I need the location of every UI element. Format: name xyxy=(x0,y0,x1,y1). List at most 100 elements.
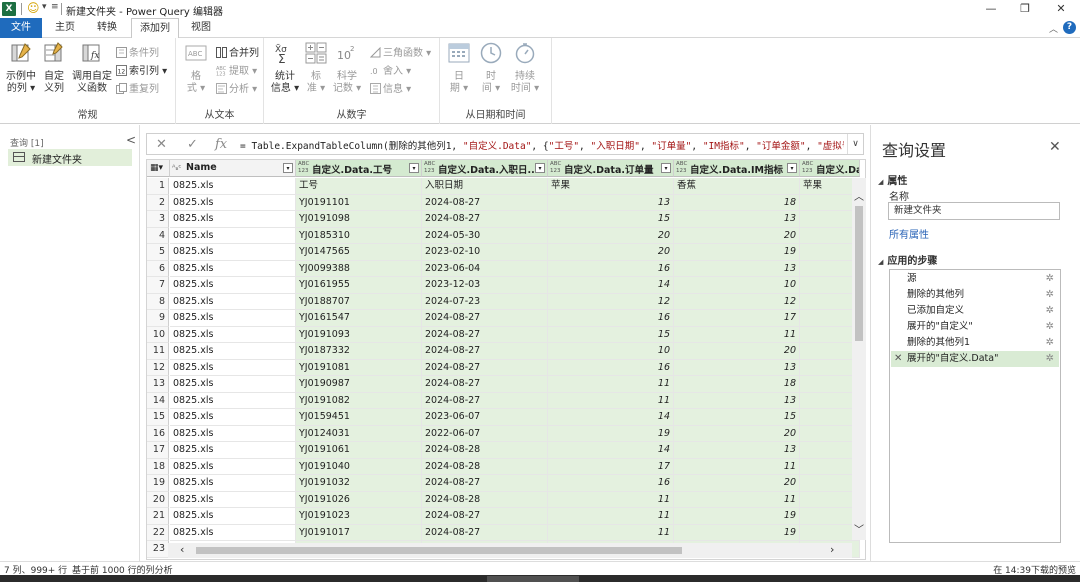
tab-add-column[interactable]: 添加列 xyxy=(131,18,179,39)
column-filter-dropdown-icon[interactable]: ▾ xyxy=(661,163,671,173)
table-cell[interactable]: 0825.xls xyxy=(170,194,296,211)
scientific-button[interactable]: 10 2 科学 记数 ▾ xyxy=(332,42,362,95)
table-cell[interactable]: 0825.xls xyxy=(170,310,296,327)
table-cell[interactable]: 2023-12-03 xyxy=(422,277,548,294)
table-cell[interactable] xyxy=(800,458,860,475)
table-cell[interactable] xyxy=(800,244,860,261)
cancel-formula-icon[interactable]: ✕ xyxy=(156,137,167,152)
horizontal-scrollbar[interactable]: ‹ › xyxy=(168,543,852,558)
table-cell[interactable]: 18 xyxy=(674,194,800,211)
table-cell[interactable]: 0825.xls xyxy=(170,475,296,492)
table-cell[interactable]: YJ0191040 xyxy=(296,458,422,475)
close-settings-icon[interactable]: ✕ xyxy=(1049,139,1061,155)
tab-file[interactable]: 文件 xyxy=(0,18,42,38)
taskbar-item[interactable] xyxy=(487,576,579,582)
table-cell[interactable]: 2024-08-27 xyxy=(422,508,548,525)
table-cell[interactable]: 2024-08-27 xyxy=(422,310,548,327)
table-cell[interactable]: 2024-05-30 xyxy=(422,227,548,244)
row-number[interactable]: 11 xyxy=(147,343,169,360)
extract-button[interactable]: ABC 123 提取 ▾ xyxy=(216,62,257,77)
row-number[interactable]: 20 xyxy=(147,491,169,508)
table-cell[interactable]: 16 xyxy=(548,359,674,376)
row-number[interactable]: 19 xyxy=(147,475,169,492)
step-settings-gear-icon[interactable]: ✲ xyxy=(1046,319,1054,335)
step-settings-gear-icon[interactable]: ✲ xyxy=(1046,287,1054,303)
table-cell[interactable]: 12 xyxy=(548,293,674,310)
table-cell[interactable] xyxy=(800,524,860,541)
collapse-queries-icon[interactable]: < xyxy=(126,133,136,147)
table-cell[interactable]: YJ0124031 xyxy=(296,425,422,442)
table-cell[interactable]: 11 xyxy=(548,392,674,409)
table-cell[interactable]: 0825.xls xyxy=(170,293,296,310)
step-settings-gear-icon[interactable]: ✲ xyxy=(1046,303,1054,319)
table-cell[interactable]: 11 xyxy=(548,508,674,525)
tab-view[interactable]: 视图 xyxy=(184,18,218,38)
column-type-icon[interactable]: ABC 123 xyxy=(298,161,309,175)
applied-step[interactable]: ✕ 展开的"自定义.Data" ✲ xyxy=(891,351,1059,367)
table-cell[interactable]: 0825.xls xyxy=(170,211,296,228)
invoke-custom-function-button[interactable]: fx 调用自定 义函数 xyxy=(70,42,114,95)
scroll-up-icon[interactable]: ︿ xyxy=(854,188,864,203)
table-cell[interactable]: 2024-08-28 xyxy=(422,491,548,508)
vertical-scrollbar[interactable]: ︿ ﹀ xyxy=(852,178,866,540)
column-type-icon[interactable]: ABC 123 xyxy=(676,161,687,175)
step-settings-gear-icon[interactable]: ✲ xyxy=(1046,271,1054,287)
table-cell[interactable]: 10 xyxy=(674,277,800,294)
table-cell[interactable]: 11 xyxy=(548,376,674,393)
table-cell[interactable] xyxy=(800,277,860,294)
table-cell[interactable]: 13 xyxy=(674,359,800,376)
table-cell[interactable] xyxy=(800,326,860,343)
applied-step[interactable]: 删除的其他列1 ✲ xyxy=(891,335,1059,351)
table-cell[interactable]: 2022-06-07 xyxy=(422,425,548,442)
table-cell[interactable]: 12 xyxy=(674,293,800,310)
applied-steps-section[interactable]: ◢ 应用的步骤 xyxy=(878,252,937,267)
column-header[interactable]: ABC 123 自定义.Data.IM指标 ▾ xyxy=(674,160,800,177)
expand-formula-icon[interactable]: ∨ xyxy=(847,134,863,154)
column-type-icon[interactable]: ABC 123 xyxy=(802,161,813,175)
column-filter-dropdown-icon[interactable]: ▾ xyxy=(787,163,797,173)
table-cell[interactable]: 工号 xyxy=(296,178,422,195)
table-cell[interactable]: 15 xyxy=(548,211,674,228)
table-cell[interactable]: 0825.xls xyxy=(170,376,296,393)
minimize-button[interactable]: — xyxy=(973,0,1009,18)
table-cell[interactable] xyxy=(800,359,860,376)
delete-step-icon[interactable]: ✕ xyxy=(894,351,902,367)
table-cell[interactable]: YJ0191023 xyxy=(296,508,422,525)
table-cell[interactable]: 0825.xls xyxy=(170,491,296,508)
grid-corner-menu[interactable]: ▦▾ xyxy=(147,160,170,177)
tab-home[interactable]: 主页 xyxy=(48,18,82,38)
table-cell[interactable]: 2024-08-27 xyxy=(422,194,548,211)
scroll-left-icon[interactable]: ‹ xyxy=(180,543,184,556)
table-cell[interactable]: 15 xyxy=(548,326,674,343)
column-filter-dropdown-icon[interactable]: ▾ xyxy=(283,163,293,173)
table-cell[interactable]: YJ0191098 xyxy=(296,211,422,228)
table-cell[interactable]: 0825.xls xyxy=(170,442,296,459)
rounding-button[interactable]: .0 舍入 ▾ xyxy=(370,62,411,77)
table-cell[interactable]: 20 xyxy=(548,227,674,244)
table-cell[interactable]: 15 xyxy=(674,409,800,426)
table-cell[interactable]: 入职日期 xyxy=(422,178,548,195)
table-cell[interactable]: 香蕉 xyxy=(674,178,800,195)
table-cell[interactable]: YJ0161547 xyxy=(296,310,422,327)
duplicate-column-button[interactable]: 重复列 xyxy=(116,80,159,95)
column-filter-dropdown-icon[interactable]: ▾ xyxy=(409,163,419,173)
duration-button[interactable]: 持续 时间 ▾ xyxy=(510,42,540,95)
row-number[interactable]: 3 xyxy=(147,211,169,228)
row-number[interactable]: 21 xyxy=(147,508,169,525)
commit-formula-icon[interactable]: ✓ xyxy=(187,137,198,152)
table-cell[interactable]: YJ0191101 xyxy=(296,194,422,211)
table-cell[interactable]: 13 xyxy=(548,194,674,211)
row-number[interactable]: 5 xyxy=(147,244,169,261)
table-cell[interactable] xyxy=(800,260,860,277)
row-number[interactable]: 7 xyxy=(147,277,169,294)
table-cell[interactable]: 20 xyxy=(674,343,800,360)
row-number[interactable]: 13 xyxy=(147,376,169,393)
table-cell[interactable]: YJ0159451 xyxy=(296,409,422,426)
row-number[interactable]: 14 xyxy=(147,392,169,409)
table-cell[interactable]: 0825.xls xyxy=(170,260,296,277)
applied-step[interactable]: 展开的"自定义" ✲ xyxy=(891,319,1059,335)
custom-column-button[interactable]: 自定 义列 xyxy=(40,42,68,95)
table-cell[interactable]: 13 xyxy=(674,442,800,459)
parse-button[interactable]: 分析 ▾ xyxy=(216,80,257,95)
row-number[interactable]: 9 xyxy=(147,310,169,327)
